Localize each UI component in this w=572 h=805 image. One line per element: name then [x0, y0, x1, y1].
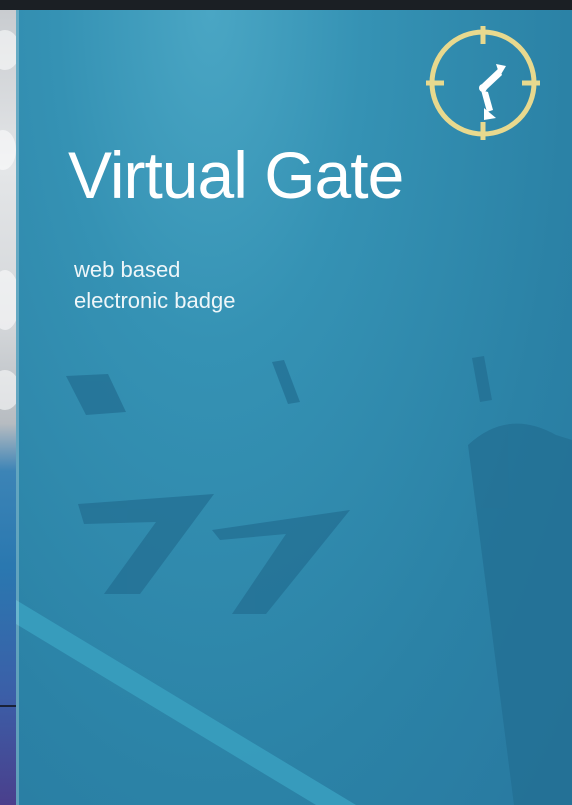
window-top-bar — [0, 0, 572, 10]
splash-panel: Virtual Gate web based electronic badge — [16, 10, 572, 805]
clock-crosshair-icon — [426, 26, 540, 140]
app-title: Virtual Gate — [68, 138, 404, 212]
subtitle-line-2: electronic badge — [74, 288, 236, 313]
app-subtitle: web based electronic badge — [74, 254, 235, 316]
subtitle-line-1: web based — [74, 257, 181, 282]
panel-edge-highlight — [16, 10, 19, 805]
background-sky-strip — [0, 10, 16, 805]
